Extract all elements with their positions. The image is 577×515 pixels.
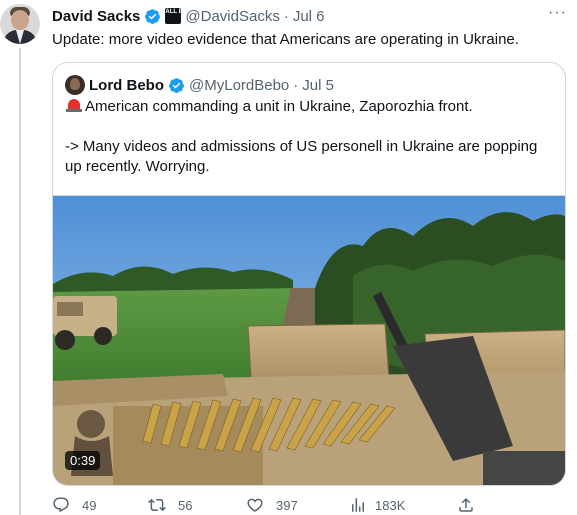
tweet-text: Update: more video evidence that America… xyxy=(52,31,519,48)
author-name[interactable]: David Sacks xyxy=(52,8,140,25)
share-button[interactable] xyxy=(457,496,487,514)
video-thumbnail xyxy=(53,196,565,485)
retweet-button[interactable]: 56 xyxy=(148,496,192,514)
separator-dot: · xyxy=(283,7,289,25)
view-count: 183K xyxy=(375,497,406,513)
quoted-text-line-1: American commanding a unit in Ukraine, Z… xyxy=(85,98,473,115)
siren-icon xyxy=(65,97,83,113)
like-count: 397 xyxy=(276,497,298,513)
quoted-tweet-date[interactable]: Jul 5 xyxy=(302,77,334,94)
reply-button[interactable]: 49 xyxy=(52,496,96,514)
video-duration: 0:39 xyxy=(65,451,101,470)
verified-badge-icon xyxy=(145,8,161,24)
thread-line xyxy=(19,48,21,515)
quoted-text-line-2: -> Many videos and admissions of US pers… xyxy=(65,138,538,155)
views-button[interactable]: 183K xyxy=(349,496,405,514)
video-player[interactable]: 0:39 xyxy=(53,195,565,485)
quoted-author-name[interactable]: Lord Bebo xyxy=(89,77,164,94)
retweet-count: 56 xyxy=(178,497,193,513)
share-icon xyxy=(459,497,473,512)
quoted-author-handle[interactable]: @MyLordBebo xyxy=(189,77,289,94)
reply-icon xyxy=(53,497,69,513)
reply-count: 49 xyxy=(82,497,97,513)
more-options-icon[interactable]: ··· xyxy=(548,4,567,22)
quoted-tweet-text: American commanding a unit in Ukraine, Z… xyxy=(65,97,557,177)
quoted-text-line-3: up recently. Worrying. xyxy=(65,158,210,175)
heart-icon xyxy=(247,498,263,512)
author-handle[interactable]: @DavidSacks xyxy=(185,8,279,25)
views-chart-icon xyxy=(352,498,364,512)
tweet-date[interactable]: Jul 6 xyxy=(293,8,325,25)
avatar[interactable] xyxy=(0,4,40,44)
verified-badge-icon xyxy=(169,77,184,93)
affiliate-badge-icon: ALL IN xyxy=(165,8,185,24)
tweet-header: David Sacks ALL IN @DavidSacks · Jul 6 xyxy=(52,6,325,26)
retweet-icon xyxy=(148,498,166,512)
action-bar: 49 56 397 183K xyxy=(52,496,482,515)
like-button[interactable]: 397 xyxy=(246,496,298,514)
separator-dot: · xyxy=(293,76,299,94)
quoted-avatar[interactable] xyxy=(65,75,85,95)
quoted-tweet[interactable]: Lord Bebo @MyLordBebo · Jul 5 American c… xyxy=(52,62,566,486)
quoted-tweet-header: Lord Bebo @MyLordBebo · Jul 5 xyxy=(65,75,334,95)
